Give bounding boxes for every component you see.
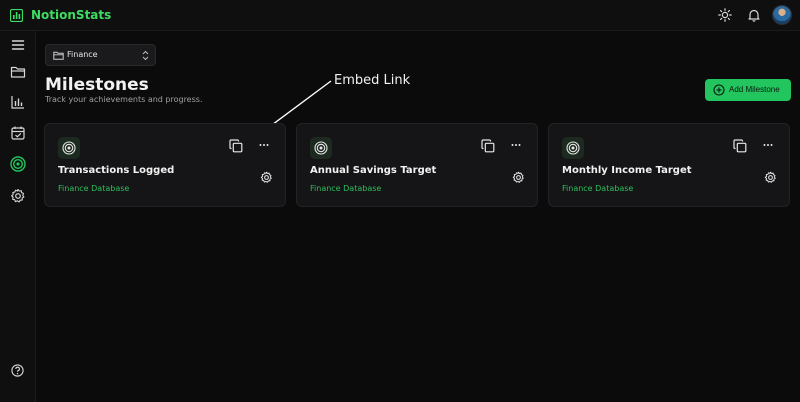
- gear-icon[interactable]: [764, 171, 777, 184]
- sun-icon[interactable]: [718, 8, 732, 22]
- milestone-icon: [310, 137, 332, 159]
- milestone-database-link[interactable]: Finance Database: [310, 184, 381, 193]
- help-icon[interactable]: [11, 364, 24, 377]
- main-content: Finance Milestones Track your achievemen…: [36, 31, 800, 402]
- bell-icon[interactable]: [747, 8, 761, 22]
- folder-icon: [53, 51, 64, 60]
- add-milestone-button[interactable]: Add Milestone: [705, 79, 791, 101]
- milestone-icon: [58, 137, 80, 159]
- logo-icon: [10, 9, 23, 22]
- gear-icon[interactable]: [260, 171, 273, 184]
- page-subtitle: Track your achievements and progress.: [45, 95, 203, 104]
- milestone-card[interactable]: Annual Savings Target Finance Database: [296, 123, 538, 207]
- target-icon: [314, 141, 328, 155]
- calendar-check-icon[interactable]: [10, 125, 26, 141]
- folder-icon[interactable]: [10, 64, 26, 80]
- chevron-up-down-icon: [142, 50, 149, 61]
- target-icon[interactable]: [10, 156, 26, 172]
- avatar[interactable]: [772, 5, 792, 25]
- sidebar: [0, 31, 36, 402]
- app-name[interactable]: NotionStats: [31, 8, 111, 22]
- copy-embed-link-icon[interactable]: [229, 139, 243, 153]
- target-icon: [62, 141, 76, 155]
- workspace-select-value: Finance: [67, 50, 98, 59]
- milestone-icon: [562, 137, 584, 159]
- milestone-title: Transactions Logged: [58, 165, 175, 176]
- copy-embed-link-icon[interactable]: [481, 139, 495, 153]
- gear-icon[interactable]: [10, 188, 26, 204]
- more-options-icon[interactable]: [762, 138, 774, 152]
- milestone-database-link[interactable]: Finance Database: [562, 184, 633, 193]
- milestone-card[interactable]: Monthly Income Target Finance Database: [548, 123, 790, 207]
- milestone-card[interactable]: Transactions Logged Finance Database: [44, 123, 286, 207]
- milestone-database-link[interactable]: Finance Database: [58, 184, 129, 193]
- target-icon: [566, 141, 580, 155]
- top-bar: NotionStats: [0, 0, 800, 31]
- bar-chart-icon[interactable]: [10, 94, 26, 110]
- page-title: Milestones: [45, 75, 149, 95]
- milestone-title: Annual Savings Target: [310, 165, 437, 176]
- more-options-icon[interactable]: [510, 138, 522, 152]
- gear-icon[interactable]: [512, 171, 525, 184]
- copy-embed-link-icon[interactable]: [733, 139, 747, 153]
- workspace-select[interactable]: Finance: [45, 44, 156, 66]
- menu-icon[interactable]: [10, 37, 26, 53]
- plus-circle-icon: [713, 84, 725, 96]
- add-milestone-label: Add Milestone: [729, 85, 780, 94]
- more-options-icon[interactable]: [258, 138, 270, 152]
- milestone-title: Monthly Income Target: [562, 165, 692, 176]
